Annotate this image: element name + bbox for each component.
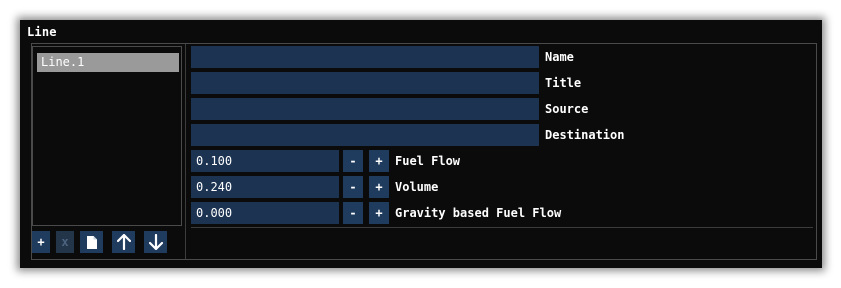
- arrow-up-icon: [116, 234, 131, 250]
- plus-icon: +: [37, 235, 45, 249]
- fuel-flow-decrement-button[interactable]: -: [343, 150, 363, 172]
- line-list[interactable]: Line.1: [32, 46, 182, 226]
- gravity-fuel-flow-label: Gravity based Fuel Flow: [395, 206, 562, 220]
- line-panel: Line Line.1 + x Name Title Source Destin…: [20, 20, 822, 268]
- title-field[interactable]: [191, 72, 539, 94]
- duplicate-button[interactable]: [80, 231, 103, 253]
- volume-label: Volume: [395, 180, 439, 194]
- destination-label: Destination: [545, 128, 625, 142]
- fuel-flow-input[interactable]: 0.100: [191, 150, 339, 172]
- fuel-flow-increment-button[interactable]: +: [369, 150, 389, 172]
- move-down-button[interactable]: [144, 231, 167, 253]
- name-label: Name: [545, 50, 574, 64]
- gravity-fuel-flow-input[interactable]: 0.000: [191, 202, 339, 224]
- source-label: Source: [545, 102, 589, 116]
- title-label: Title: [545, 76, 582, 90]
- add-button[interactable]: +: [32, 231, 50, 253]
- remove-button[interactable]: x: [56, 231, 74, 253]
- fuel-flow-label: Fuel Flow: [395, 154, 461, 168]
- destination-field[interactable]: [191, 124, 539, 146]
- volume-input[interactable]: 0.240: [191, 176, 339, 198]
- name-field[interactable]: [191, 46, 539, 68]
- volume-increment-button[interactable]: +: [369, 176, 389, 198]
- form-bottom-divider: [191, 227, 813, 228]
- document-icon: [86, 235, 97, 249]
- gravity-fuel-flow-increment-button[interactable]: +: [369, 202, 389, 224]
- panel-title: Line: [27, 25, 57, 39]
- move-up-button[interactable]: [112, 231, 135, 253]
- x-icon: x: [61, 235, 69, 249]
- arrow-down-icon: [148, 234, 163, 250]
- source-field[interactable]: [191, 98, 539, 120]
- list-item[interactable]: Line.1: [37, 53, 179, 72]
- column-divider: [185, 44, 186, 259]
- gravity-fuel-flow-decrement-button[interactable]: -: [343, 202, 363, 224]
- volume-decrement-button[interactable]: -: [343, 176, 363, 198]
